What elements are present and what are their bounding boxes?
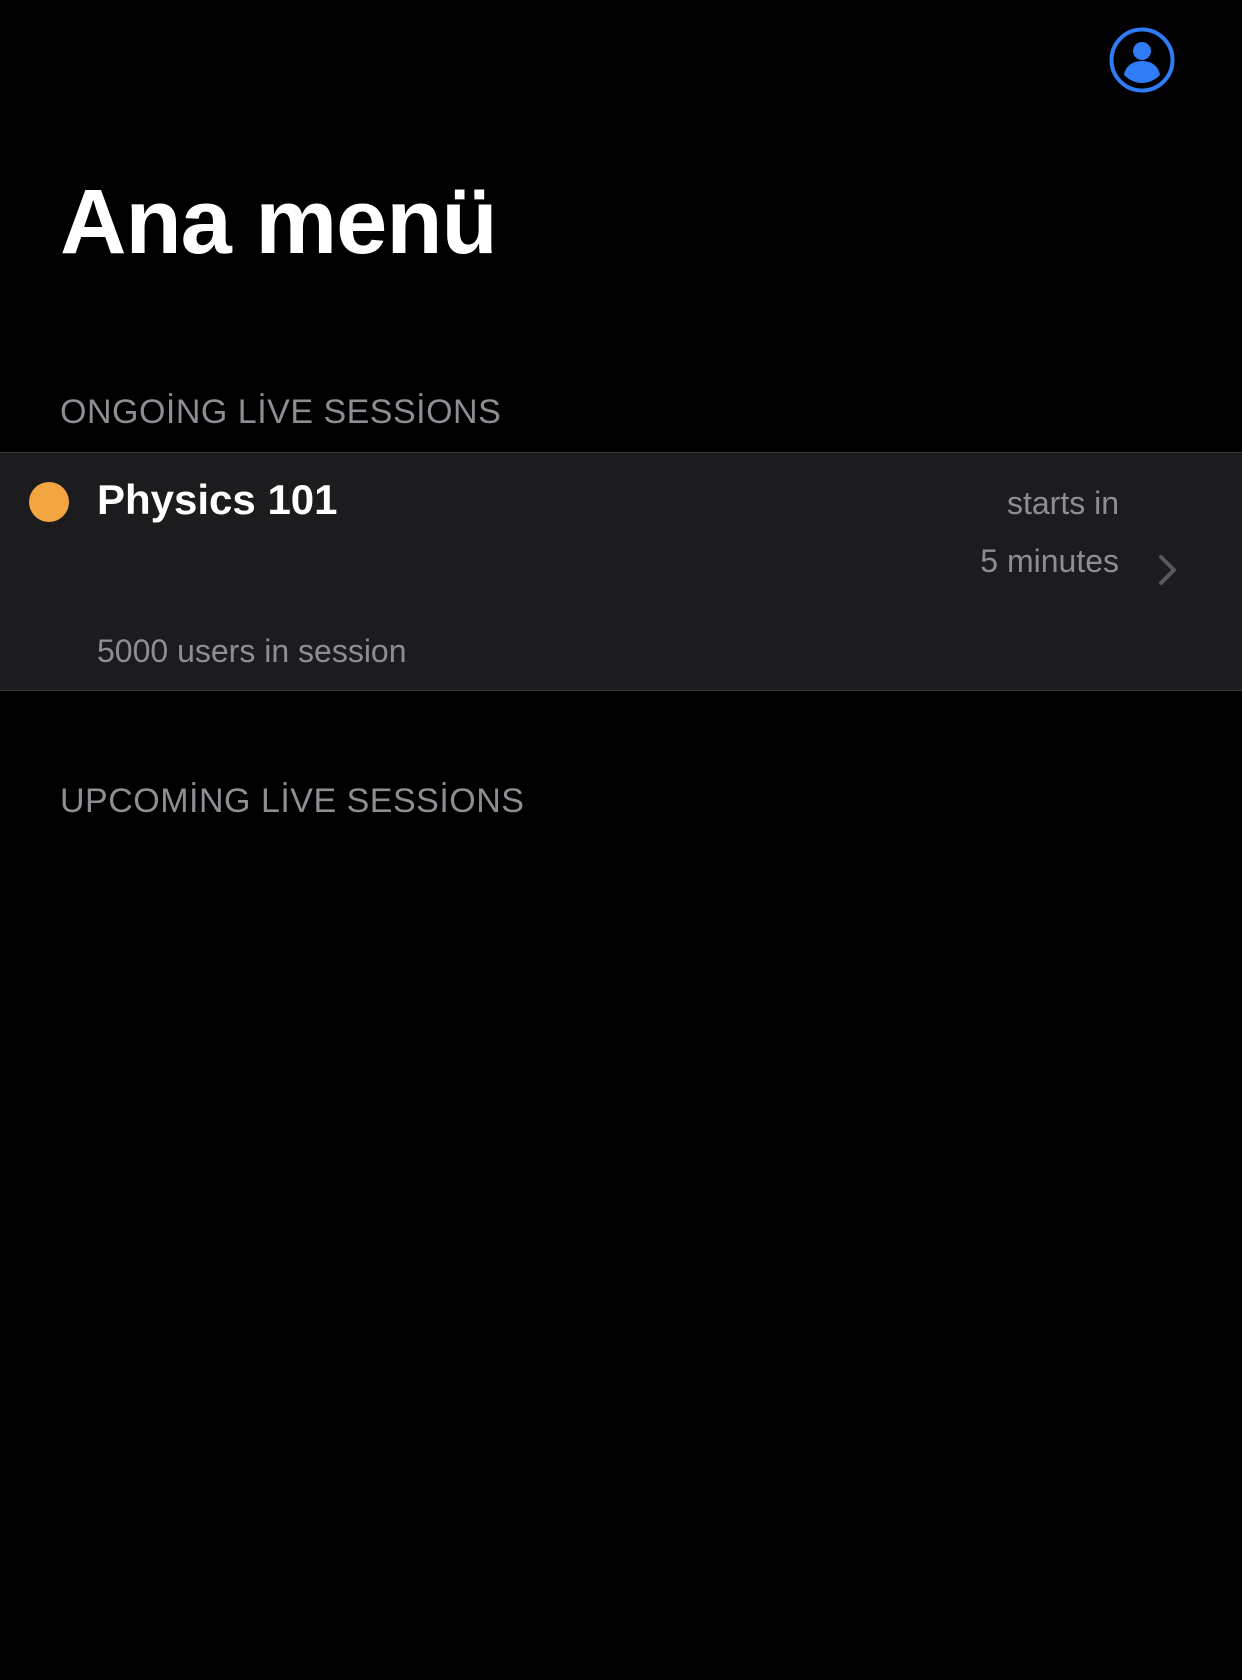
page-title: Ana menü xyxy=(60,171,498,273)
status-dot xyxy=(29,482,69,522)
person-circle-icon xyxy=(1109,27,1175,93)
section-header-ongoing: ONGOİNG LİVE SESSİONS xyxy=(60,393,502,431)
session-users-count: 5000 users in session xyxy=(97,633,407,669)
session-title: Physics 101 xyxy=(97,476,338,523)
session-row[interactable]: Physics 101 starts in 5 minutes 5000 use… xyxy=(0,452,1242,691)
section-header-upcoming: UPCOMİNG LİVE SESSİONS xyxy=(60,782,525,820)
session-start-time: 5 minutes xyxy=(980,543,1119,579)
session-starts-label: starts in xyxy=(1006,485,1119,521)
chevron-right-icon xyxy=(1157,553,1179,587)
profile-button[interactable] xyxy=(1109,27,1175,93)
